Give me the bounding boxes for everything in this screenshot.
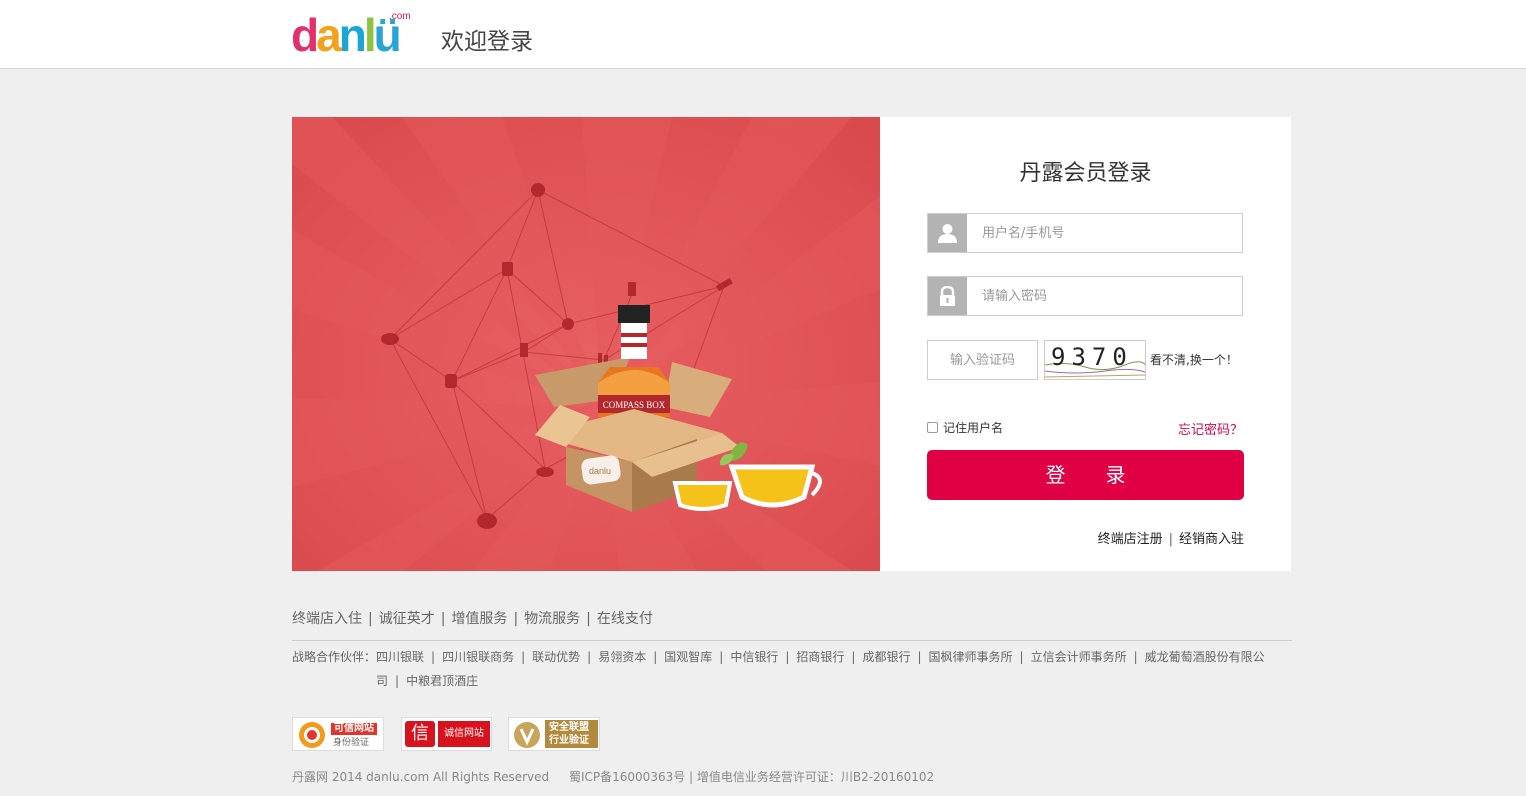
trusted-site-badge[interactable]: 可信网站 身份验证	[292, 717, 384, 751]
box-label: danlu	[589, 466, 611, 476]
captcha-refresh-link[interactable]: 看不清,换一个！	[1150, 351, 1238, 368]
dealer-join-link[interactable]: 经销商入驻	[1179, 532, 1244, 547]
logo-wordmark: danlü	[291, 9, 402, 61]
page-title: 欢迎登录	[441, 29, 533, 55]
partner-item[interactable]: 中粮君顶酒庄	[406, 674, 478, 688]
partners-label: 战略合作伙伴：	[292, 650, 377, 664]
footer-nav: 终端店入住 | 诚征英才 | 增值服务 | 物流服务 | 在线支付	[292, 611, 653, 627]
security-shield-icon	[514, 722, 540, 748]
partner-item[interactable]: 成都银行	[862, 650, 910, 664]
copyright-line: 丹露网 2014 danlu.com All Rights Reserved 蜀…	[292, 768, 934, 785]
remember-label: 记住用户名	[943, 421, 1004, 435]
bottle-label: COMPASS BOX	[603, 400, 666, 410]
footer-link-services[interactable]: 增值服务	[451, 611, 507, 627]
footer-link-payment[interactable]: 在线支付	[597, 611, 653, 627]
username-field-wrapper	[927, 213, 1243, 253]
password-input[interactable]	[968, 277, 1242, 315]
trusted-site-icon	[299, 722, 325, 748]
forgot-password-link[interactable]: 忘记密码？	[1178, 419, 1243, 438]
security-alliance-badge[interactable]: 安全联盟 行业验证	[508, 717, 600, 751]
credit-icon: 信	[405, 721, 435, 747]
badge-3-sub: 行业验证	[549, 735, 589, 746]
captcha-field-wrapper	[927, 340, 1038, 380]
partner-item[interactable]: 国观智库	[664, 650, 712, 664]
promo-banner: COMPASS BOX danlu	[292, 117, 880, 571]
register-separator: |	[1168, 532, 1173, 547]
captcha-input[interactable]	[928, 341, 1037, 379]
danlu-logo[interactable]: .com danlü	[291, 8, 426, 58]
captcha-image[interactable]: 9370	[1044, 340, 1146, 380]
partner-item[interactable]: 中信银行	[730, 650, 778, 664]
captcha-code: 9370	[1051, 343, 1133, 371]
login-title: 丹露会员登录	[1019, 161, 1152, 186]
terminal-register-link[interactable]: 终端店注册	[1098, 532, 1163, 547]
password-field-wrapper	[927, 276, 1243, 316]
partner-item[interactable]: 四川银联	[376, 650, 424, 664]
badge-1-sub: 身份验证	[333, 738, 370, 748]
copyright-text: 丹露网 2014 danlu.com All Rights Reserved	[292, 770, 550, 784]
partner-item[interactable]: 立信会计师事务所	[1031, 650, 1127, 664]
lock-icon	[928, 277, 967, 315]
icp-license: 蜀ICP备16000363号 | 增值电信业务经营许可证：川B2-2016010…	[568, 770, 935, 784]
footer-link-logistics[interactable]: 物流服务	[524, 611, 580, 627]
username-input[interactable]	[968, 214, 1242, 252]
badge-1-title: 可信网站	[331, 723, 377, 735]
remember-username[interactable]: 记住用户名	[927, 419, 1003, 436]
footer-divider	[292, 640, 1292, 641]
partner-item[interactable]: 联动优势	[532, 650, 580, 664]
footer-link-jobs[interactable]: 诚征英才	[379, 611, 435, 627]
user-icon	[928, 214, 967, 252]
partner-item[interactable]: 国枫律师事务所	[929, 650, 1013, 664]
register-links: 终端店注册 | 经销商入驻	[1098, 528, 1244, 547]
remember-checkbox[interactable]	[927, 422, 938, 433]
banner-illustration: COMPASS BOX danlu	[292, 117, 880, 571]
partner-item[interactable]: 四川银联商务	[442, 650, 514, 664]
credit-site-badge[interactable]: 信 诚信网站	[401, 717, 492, 751]
footer-link-terminal[interactable]: 终端店入住	[292, 611, 362, 627]
badge-3-title: 安全联盟	[549, 722, 589, 733]
partner-item[interactable]: 易翎资本	[598, 650, 646, 664]
site-header: .com danlü 欢迎登录	[0, 0, 1526, 69]
partner-item[interactable]: 招商银行	[796, 650, 844, 664]
badge-2-title: 诚信网站	[438, 721, 490, 747]
login-button[interactable]: 登 录	[927, 450, 1244, 500]
partners-list: 四川银联 | 四川银联商务 | 联动优势 | 易翎资本 | 国观智库 | 中信银行 | 招商银行 | 成都银…	[376, 650, 1265, 688]
login-panel: 丹露会员登录 9370 看不清,换一个！	[880, 117, 1291, 571]
